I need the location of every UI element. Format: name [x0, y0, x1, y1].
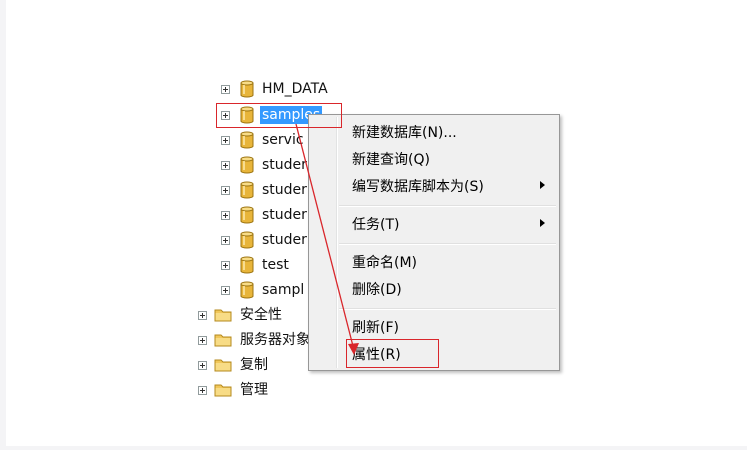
tree-node-management[interactable]: 管理 [198, 379, 268, 401]
tree-node-database[interactable]: HM_DATA [221, 78, 328, 100]
menu-separator [339, 243, 556, 245]
menu-item-label: 任务(T) [352, 217, 400, 233]
tree-node-replication[interactable]: 复制 [198, 354, 268, 376]
expand-icon[interactable] [198, 335, 207, 345]
expand-icon[interactable] [198, 310, 207, 320]
menu-item-new-database[interactable]: 新建数据库(N)... [311, 120, 557, 144]
folder-icon [214, 384, 232, 397]
database-icon [240, 231, 254, 249]
menu-item-refresh[interactable]: 刷新(F) [311, 315, 557, 339]
database-icon [240, 131, 254, 149]
tree-node-security[interactable]: 安全性 [198, 304, 282, 326]
database-label[interactable]: studer [262, 181, 307, 199]
tree-node-database[interactable]: studer [221, 179, 307, 201]
expand-icon[interactable] [221, 135, 230, 145]
expand-icon[interactable] [221, 210, 230, 220]
expand-icon[interactable] [221, 260, 230, 270]
tree-node-database[interactable]: studer [221, 229, 307, 251]
menu-separator [339, 308, 556, 310]
menu-item-rename[interactable]: 重命名(M) [311, 250, 557, 274]
database-label[interactable]: studer [262, 156, 307, 174]
menu-item-script-database-as[interactable]: 编写数据库脚本为(S) [311, 174, 557, 198]
menu-item-label: 删除(D) [352, 282, 402, 298]
database-icon [240, 156, 254, 174]
folder-icon [214, 359, 232, 372]
database-label[interactable]: servic [262, 131, 304, 149]
database-icon [240, 281, 254, 299]
expand-icon[interactable] [221, 160, 230, 170]
menu-item-label: 新建查询(Q) [352, 152, 430, 168]
context-menu: 新建数据库(N)... 新建查询(Q) 编写数据库脚本为(S) 任务(T) 重命… [308, 114, 560, 371]
expand-icon[interactable] [221, 84, 230, 94]
menu-item-new-query[interactable]: 新建查询(Q) [311, 147, 557, 171]
menu-item-label: 刷新(F) [352, 320, 399, 336]
expand-icon[interactable] [198, 385, 207, 395]
folder-icon [214, 334, 232, 347]
database-label[interactable]: studer [262, 231, 307, 249]
folder-icon [214, 309, 232, 322]
database-label[interactable]: studer [262, 206, 307, 224]
tree-node-server-objects[interactable]: 服务器对象 [198, 329, 310, 351]
menu-item-label: 重命名(M) [352, 255, 418, 271]
expand-icon[interactable] [221, 185, 230, 195]
folder-label[interactable]: 复制 [240, 356, 268, 374]
menu-separator [339, 205, 556, 207]
database-icon [240, 181, 254, 199]
database-icon [240, 256, 254, 274]
database-icon [240, 80, 254, 98]
menu-item-label: 新建数据库(N)... [352, 125, 457, 141]
submenu-arrow-icon [540, 219, 545, 227]
tree-node-database[interactable]: test [221, 254, 289, 276]
tree-node-database[interactable]: studer [221, 204, 307, 226]
submenu-arrow-icon [540, 181, 545, 189]
database-label[interactable]: sampl [262, 281, 304, 299]
menu-item-tasks[interactable]: 任务(T) [311, 212, 557, 236]
menu-item-label: 编写数据库脚本为(S) [352, 179, 484, 195]
expand-icon[interactable] [221, 235, 230, 245]
expand-icon[interactable] [198, 360, 207, 370]
database-label[interactable]: test [262, 256, 289, 274]
annotation-highlight-properties [346, 339, 439, 368]
tree-node-database[interactable]: sampl [221, 279, 304, 301]
tree-node-database[interactable]: servic [221, 129, 304, 151]
expand-icon[interactable] [221, 285, 230, 295]
database-icon [240, 206, 254, 224]
folder-label[interactable]: 服务器对象 [240, 331, 310, 349]
menu-item-delete[interactable]: 删除(D) [311, 277, 557, 301]
folder-label[interactable]: 管理 [240, 381, 268, 399]
annotation-highlight-samples [216, 103, 342, 128]
folder-label[interactable]: 安全性 [240, 306, 282, 324]
tree-node-database[interactable]: studer [221, 154, 307, 176]
database-label[interactable]: HM_DATA [262, 80, 328, 98]
